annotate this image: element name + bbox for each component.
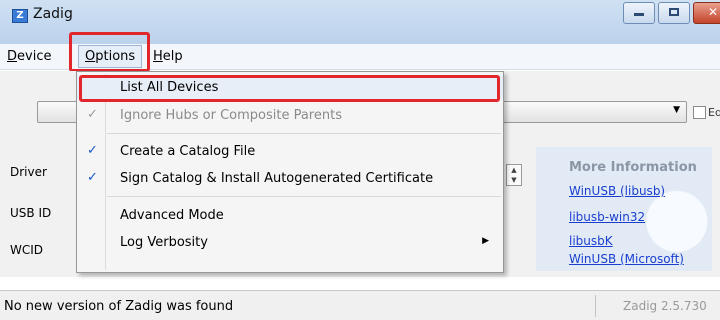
status-bar: No new version of Zadig was found Zadig … [0,290,720,320]
driver-spinner[interactable]: ▲ ▼ [506,164,522,186]
menu-item-label: Sign Catalog & Install Autogenerated Cer… [120,171,434,186]
minimize-icon [634,13,644,16]
menu-separator [107,133,501,134]
spin-up-icon[interactable]: ▲ [507,165,521,175]
wcid-label: WCID [10,243,44,257]
link-libusbk[interactable]: libusbK [569,234,613,248]
version-label: Zadig 2.5.730 [623,299,707,313]
check-icon: ✓ [87,170,98,185]
highlight-box-list-all-devices [79,75,500,102]
menu-item-label: Create a Catalog File [120,144,256,159]
more-information-title: More Information [569,160,697,175]
menu-separator [107,196,501,197]
check-icon: ✓ [87,143,98,158]
window-title: Zadig [33,6,73,22]
link-libusb-win32[interactable]: libusb-win32 [569,210,645,224]
status-separator [595,295,596,317]
menu-item-create-catalog[interactable]: ✓ Create a Catalog File [77,139,503,163]
chevron-down-icon[interactable]: ▼ [673,105,680,115]
minimize-button[interactable] [623,2,655,24]
menu-item-label: Log Verbosity [120,235,208,250]
highlight-box-options [69,32,150,72]
menu-help[interactable]: Help [153,49,183,64]
menu-item-ignore-hubs[interactable]: ✓ Ignore Hubs or Composite Parents [77,103,503,127]
spin-down-icon[interactable]: ▼ [507,175,521,185]
check-icon: ✓ [87,107,98,122]
link-winusb-microsoft[interactable]: WinUSB (Microsoft) [569,252,684,266]
menu-item-label: Advanced Mode [120,208,224,223]
menu-item-label: Ignore Hubs or Composite Parents [120,108,342,123]
maximize-button[interactable] [658,2,690,24]
driver-label: Driver [10,165,47,179]
menu-item-log-verbosity[interactable]: Log Verbosity ▶ [77,230,503,254]
menu-item-sign-catalog[interactable]: ✓ Sign Catalog & Install Autogenerated C… [77,166,503,190]
app-icon: Z [12,9,28,23]
menu-item-advanced-mode[interactable]: Advanced Mode [77,203,503,227]
menu-device[interactable]: Device [7,49,51,64]
close-icon: ✕ [707,5,719,19]
edit-checkbox[interactable] [693,106,706,119]
maximize-icon [669,8,679,16]
link-winusb-libusb[interactable]: WinUSB (libusb) [569,184,665,198]
close-button[interactable]: ✕ [693,2,720,24]
edit-label: Edit [708,106,720,119]
usb-id-label: USB ID [10,206,52,220]
more-information-panel: More Information WinUSB (libusb) libusb-… [536,147,712,271]
status-message: No new version of Zadig was found [4,299,234,314]
submenu-arrow-icon: ▶ [482,236,489,246]
